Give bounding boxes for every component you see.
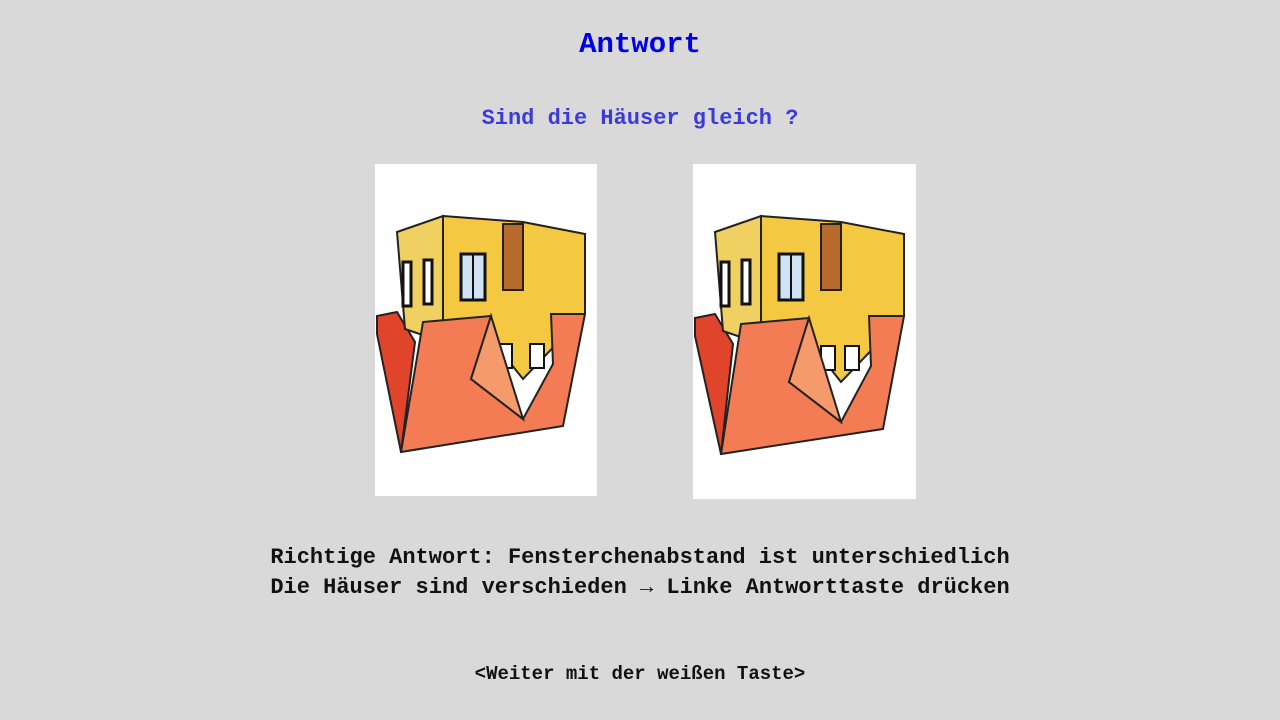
answer-line-1: Richtige Antwort: Fensterchenabstand ist… xyxy=(270,545,1010,570)
screen: Antwort Sind die Häuser gleich ? Richtig… xyxy=(0,0,1280,720)
page-title: Antwort xyxy=(579,28,701,61)
house-image-right xyxy=(693,164,916,499)
question-text: Sind die Häuser gleich ? xyxy=(481,106,799,131)
upside-down-house-right-icon xyxy=(694,214,906,456)
answer-line-2-start: Die Häuser sind verschieden xyxy=(270,575,640,600)
answer-line-2-end: Linke Antworttaste drücken xyxy=(653,575,1010,600)
house-image-left xyxy=(375,164,597,496)
answer-text: Richtige Antwort: Fensterchenabstand ist… xyxy=(0,543,1280,603)
answer-line-2: Die Häuser sind verschieden → Linke Antw… xyxy=(0,573,1280,603)
arrow-right-icon: → xyxy=(640,575,654,600)
continue-hint: <Weiter mit der weißen Taste> xyxy=(474,663,806,685)
upside-down-house-left-icon xyxy=(376,214,587,454)
